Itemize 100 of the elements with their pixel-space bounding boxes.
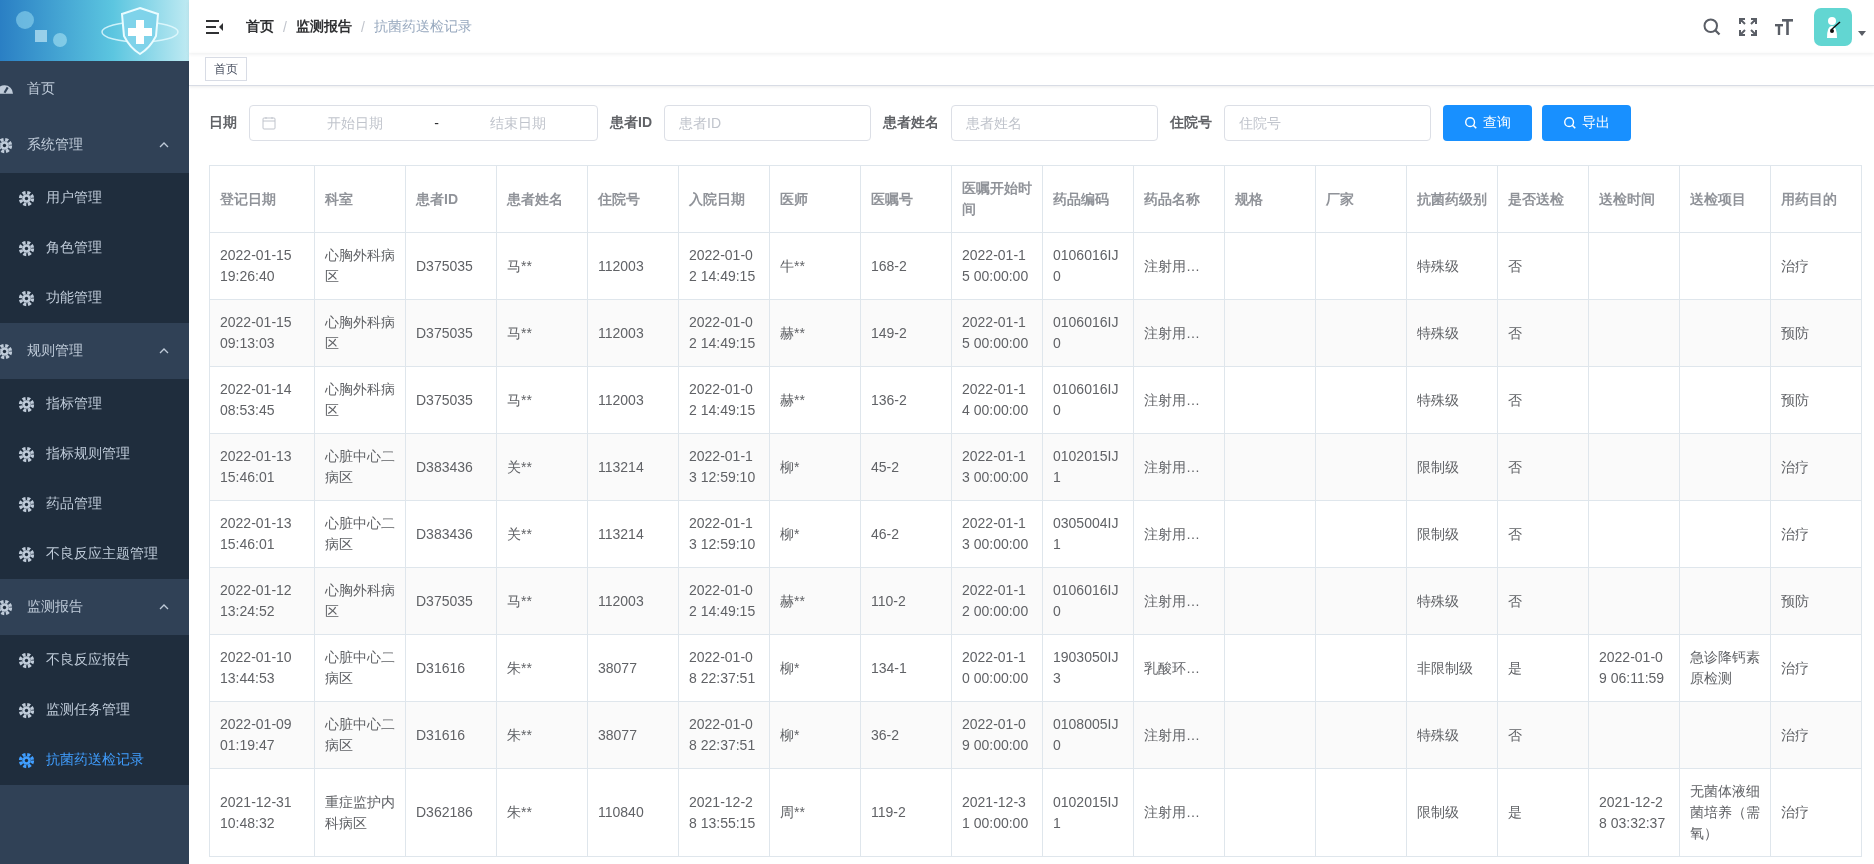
field-label: 日期 bbox=[209, 114, 237, 132]
table-cell: 治疗 bbox=[1770, 768, 1862, 857]
breadcrumb-item[interactable]: 首页 bbox=[246, 17, 274, 36]
table-cell: 2022-01-09 06:11:59 bbox=[1588, 634, 1680, 702]
column-header: 患者ID bbox=[405, 165, 497, 233]
caret-icon[interactable] bbox=[1858, 30, 1866, 37]
table-cell: 110840 bbox=[587, 768, 679, 857]
table-cell: 关** bbox=[496, 500, 588, 568]
table-cell: 2022-01-08 22:37:51 bbox=[678, 701, 770, 769]
menu-icon[interactable] bbox=[206, 18, 224, 35]
text-size-icon[interactable] bbox=[1774, 16, 1794, 37]
breadcrumb-item: 抗菌药送检记录 bbox=[373, 17, 472, 36]
menu-item[interactable]: 用户管理 bbox=[0, 173, 189, 223]
date-range-field[interactable]: 开始日期 - 结束日期 bbox=[249, 105, 598, 141]
table-cell: 心脏中心二病区 bbox=[314, 634, 406, 702]
input-field[interactable]: 患者姓名 bbox=[951, 105, 1158, 141]
column-header: 登记日期 bbox=[209, 165, 315, 233]
table-cell: 0106016IJ0 bbox=[1042, 366, 1134, 434]
table-cell: 46-2 bbox=[860, 500, 952, 568]
menu-item[interactable]: 指标管理 bbox=[0, 379, 189, 429]
table-cell: 否 bbox=[1497, 366, 1589, 434]
table-cell: 赫** bbox=[769, 299, 861, 367]
column-header: 患者姓名 bbox=[496, 165, 588, 233]
table-cell: 45-2 bbox=[860, 433, 952, 501]
column-header: 医嘱开始时间 bbox=[951, 165, 1043, 233]
table-cell: 预防 bbox=[1770, 299, 1862, 367]
table-cell: 治疗 bbox=[1770, 500, 1862, 568]
table-cell: 2022-01-02 14:49:15 bbox=[678, 567, 770, 635]
input-field[interactable]: 住院号 bbox=[1224, 105, 1431, 141]
avatar-icon[interactable] bbox=[1814, 7, 1852, 46]
table-cell: 112003 bbox=[587, 232, 679, 300]
table-cell: 重症监护内科病区 bbox=[314, 768, 406, 857]
table-cell: D375035 bbox=[405, 232, 497, 300]
table-cell: 心脏中心二病区 bbox=[314, 433, 406, 501]
table-cell: 乳酸环… bbox=[1133, 634, 1225, 702]
input-field[interactable]: 患者ID bbox=[664, 105, 871, 141]
table-cell: D375035 bbox=[405, 366, 497, 434]
table-cell: 0305004IJ1 bbox=[1042, 500, 1134, 568]
table-cell: 0102015IJ1 bbox=[1042, 768, 1134, 857]
search-icon bbox=[1464, 116, 1478, 130]
menu-item[interactable]: 不良反应报告 bbox=[0, 635, 189, 685]
table-cell: 2021-12-31 00:00:00 bbox=[951, 768, 1043, 857]
table-cell: 注射用… bbox=[1133, 500, 1225, 568]
table-cell: 治疗 bbox=[1770, 701, 1862, 769]
table-cell: 0106016IJ0 bbox=[1042, 299, 1134, 367]
table-cell: 136-2 bbox=[860, 366, 952, 434]
table-cell: 特殊级 bbox=[1406, 366, 1498, 434]
table-cell: 113214 bbox=[587, 433, 679, 501]
table-cell: 0106016IJ0 bbox=[1042, 567, 1134, 635]
menu-item[interactable]: 功能管理 bbox=[0, 273, 189, 323]
table-cell: 119-2 bbox=[860, 768, 952, 857]
menu-item[interactable]: 抗菌药送检记录 bbox=[0, 735, 189, 785]
gear-icon bbox=[18, 395, 35, 413]
table-cell: 2022-01-02 14:49:15 bbox=[678, 299, 770, 367]
table-cell: 治疗 bbox=[1770, 232, 1862, 300]
table-cell: 2022-01-10 00:00:00 bbox=[951, 634, 1043, 702]
column-header: 药品名称 bbox=[1133, 165, 1225, 233]
fullscreen-icon[interactable] bbox=[1738, 16, 1758, 37]
table-cell: 心胸外科病区 bbox=[314, 232, 406, 300]
table-cell: 112003 bbox=[587, 567, 679, 635]
table-cell: 2022-01-13 12:59:10 bbox=[678, 500, 770, 568]
field-label: 患者姓名 bbox=[883, 114, 939, 132]
table-cell: 2022-01-13 00:00:00 bbox=[951, 433, 1043, 501]
start-date-field[interactable]: 开始日期 bbox=[276, 114, 435, 132]
table-cell: 无菌体液细菌培养（需氧） bbox=[1679, 768, 1771, 857]
table-cell: 38077 bbox=[587, 634, 679, 702]
table-cell: 2022-01-08 22:37:51 bbox=[678, 634, 770, 702]
table-cell: D375035 bbox=[405, 567, 497, 635]
menu-item[interactable]: 不良反应主题管理 bbox=[0, 529, 189, 579]
end-date-field[interactable]: 结束日期 bbox=[438, 114, 597, 132]
menu-item[interactable]: 角色管理 bbox=[0, 223, 189, 273]
menu-item[interactable]: 指标规则管理 bbox=[0, 429, 189, 479]
tag[interactable]: 首页 bbox=[205, 57, 247, 81]
table-cell: 134-1 bbox=[860, 634, 952, 702]
column-header: 入院日期 bbox=[678, 165, 770, 233]
table-cell: D383436 bbox=[405, 500, 497, 568]
table-cell: 急诊降钙素原检测 bbox=[1679, 634, 1771, 702]
table-cell: D375035 bbox=[405, 299, 497, 367]
table-cell: 心脏中心二病区 bbox=[314, 500, 406, 568]
table-cell: 否 bbox=[1497, 701, 1589, 769]
table-cell: 2022-01-15 00:00:00 bbox=[951, 232, 1043, 300]
table-cell: 注射用… bbox=[1133, 567, 1225, 635]
table-cell: 2022-01-09 00:00:00 bbox=[951, 701, 1043, 769]
menu-item[interactable]: 药品管理 bbox=[0, 479, 189, 529]
table-cell: 马** bbox=[496, 567, 588, 635]
breadcrumb-item[interactable]: 监测报告 bbox=[295, 17, 352, 36]
table-cell: 1903050IJ3 bbox=[1042, 634, 1134, 702]
table-cell: 0102015IJ1 bbox=[1042, 433, 1134, 501]
gear-icon bbox=[18, 189, 35, 207]
gear-icon bbox=[18, 651, 35, 669]
table-cell: 2021-12-28 13:55:15 bbox=[678, 768, 770, 857]
table-cell: 关** bbox=[496, 433, 588, 501]
column-header: 厂家 bbox=[1315, 165, 1407, 233]
table-cell: 是 bbox=[1497, 768, 1589, 857]
menu-item[interactable]: 监测任务管理 bbox=[0, 685, 189, 735]
gear-icon bbox=[0, 342, 13, 360]
gear-icon bbox=[18, 495, 35, 513]
search-icon bbox=[1563, 116, 1577, 130]
table-cell: 2022-01-12 00:00:00 bbox=[951, 567, 1043, 635]
column-header: 医师 bbox=[769, 165, 861, 233]
